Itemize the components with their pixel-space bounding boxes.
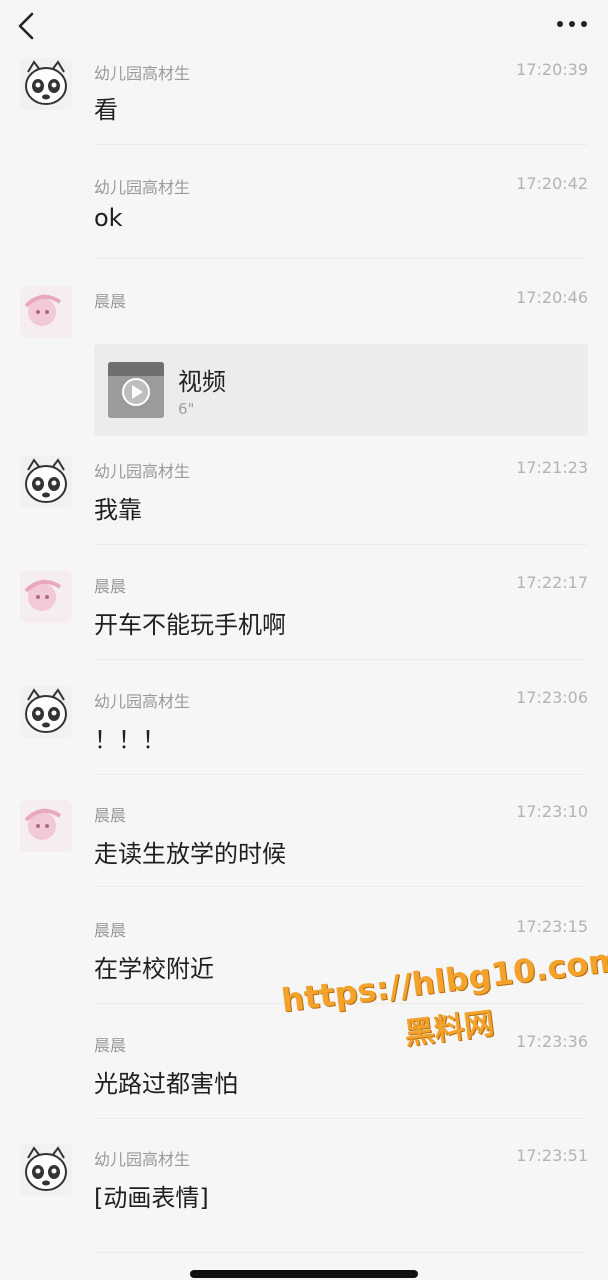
divider (94, 1003, 588, 1004)
sender-name: 幼儿园高材生 (94, 178, 191, 197)
message-time: 17:23:10 (516, 802, 588, 821)
message-time: 17:20:46 (516, 288, 588, 307)
message-text: [动画表情] (94, 1184, 209, 1212)
home-indicator[interactable] (190, 1270, 418, 1278)
raccoon-avatar[interactable] (20, 58, 72, 110)
sender-name: 晨晨 (94, 806, 127, 825)
watermark-name: 黑料网 (402, 1006, 497, 1052)
message-text: ！！！ (94, 726, 166, 754)
divider (94, 774, 588, 775)
message-text: 光路过都害怕 (94, 1070, 238, 1098)
raccoon-avatar[interactable] (20, 1144, 72, 1196)
divider (94, 258, 588, 259)
message-time: 17:23:06 (516, 688, 588, 707)
message-time: 17:20:42 (516, 174, 588, 193)
message-text: 看 (94, 96, 118, 124)
raccoon-avatar[interactable] (20, 686, 72, 738)
divider (94, 1118, 588, 1119)
watermark-url: https://hlbg10.com (279, 940, 608, 1020)
more-button[interactable] (550, 10, 594, 38)
message-time: 17:23:51 (516, 1146, 588, 1165)
divider (94, 144, 588, 145)
message-time: 17:23:36 (516, 1032, 588, 1051)
message-text: 我靠 (94, 496, 142, 524)
message-text: 走读生放学的时候 (94, 840, 286, 868)
video-title: 视频 (178, 368, 226, 396)
message-time: 17:23:15 (516, 917, 588, 936)
sender-name: 幼儿园高材生 (94, 64, 191, 83)
sender-name: 幼儿园高材生 (94, 692, 191, 711)
divider (94, 544, 588, 545)
message-text: ok (94, 204, 123, 232)
sender-name: 晨晨 (94, 1036, 127, 1055)
video-thumbnail[interactable] (108, 362, 164, 418)
back-button[interactable] (10, 6, 46, 42)
sender-name: 幼儿园高材生 (94, 462, 191, 481)
sender-name: 晨晨 (94, 292, 127, 311)
pink-avatar[interactable] (20, 800, 72, 852)
pink-avatar[interactable] (20, 286, 72, 338)
message-text: 在学校附近 (94, 955, 214, 983)
top-bar (0, 0, 608, 48)
message-time: 17:22:17 (516, 573, 588, 592)
message-time: 17:20:39 (516, 60, 588, 79)
sender-name: 幼儿园高材生 (94, 1150, 191, 1169)
ellipsis-icon (557, 21, 587, 27)
sender-name: 晨晨 (94, 577, 127, 596)
message-text: 开车不能玩手机啊 (94, 611, 286, 639)
divider (94, 1252, 588, 1253)
divider (94, 659, 588, 660)
chevron-left-icon (18, 12, 34, 40)
watermark: https://hlbg10.com 黑料网 (278, 933, 608, 1081)
video-duration: 6" (178, 400, 195, 418)
pink-avatar[interactable] (20, 571, 72, 623)
sender-name: 晨晨 (94, 921, 127, 940)
divider (94, 886, 588, 887)
raccoon-avatar[interactable] (20, 456, 72, 508)
video-message-card[interactable]: 视频 6" (94, 344, 588, 436)
message-time: 17:21:23 (516, 458, 588, 477)
divider (94, 428, 588, 429)
